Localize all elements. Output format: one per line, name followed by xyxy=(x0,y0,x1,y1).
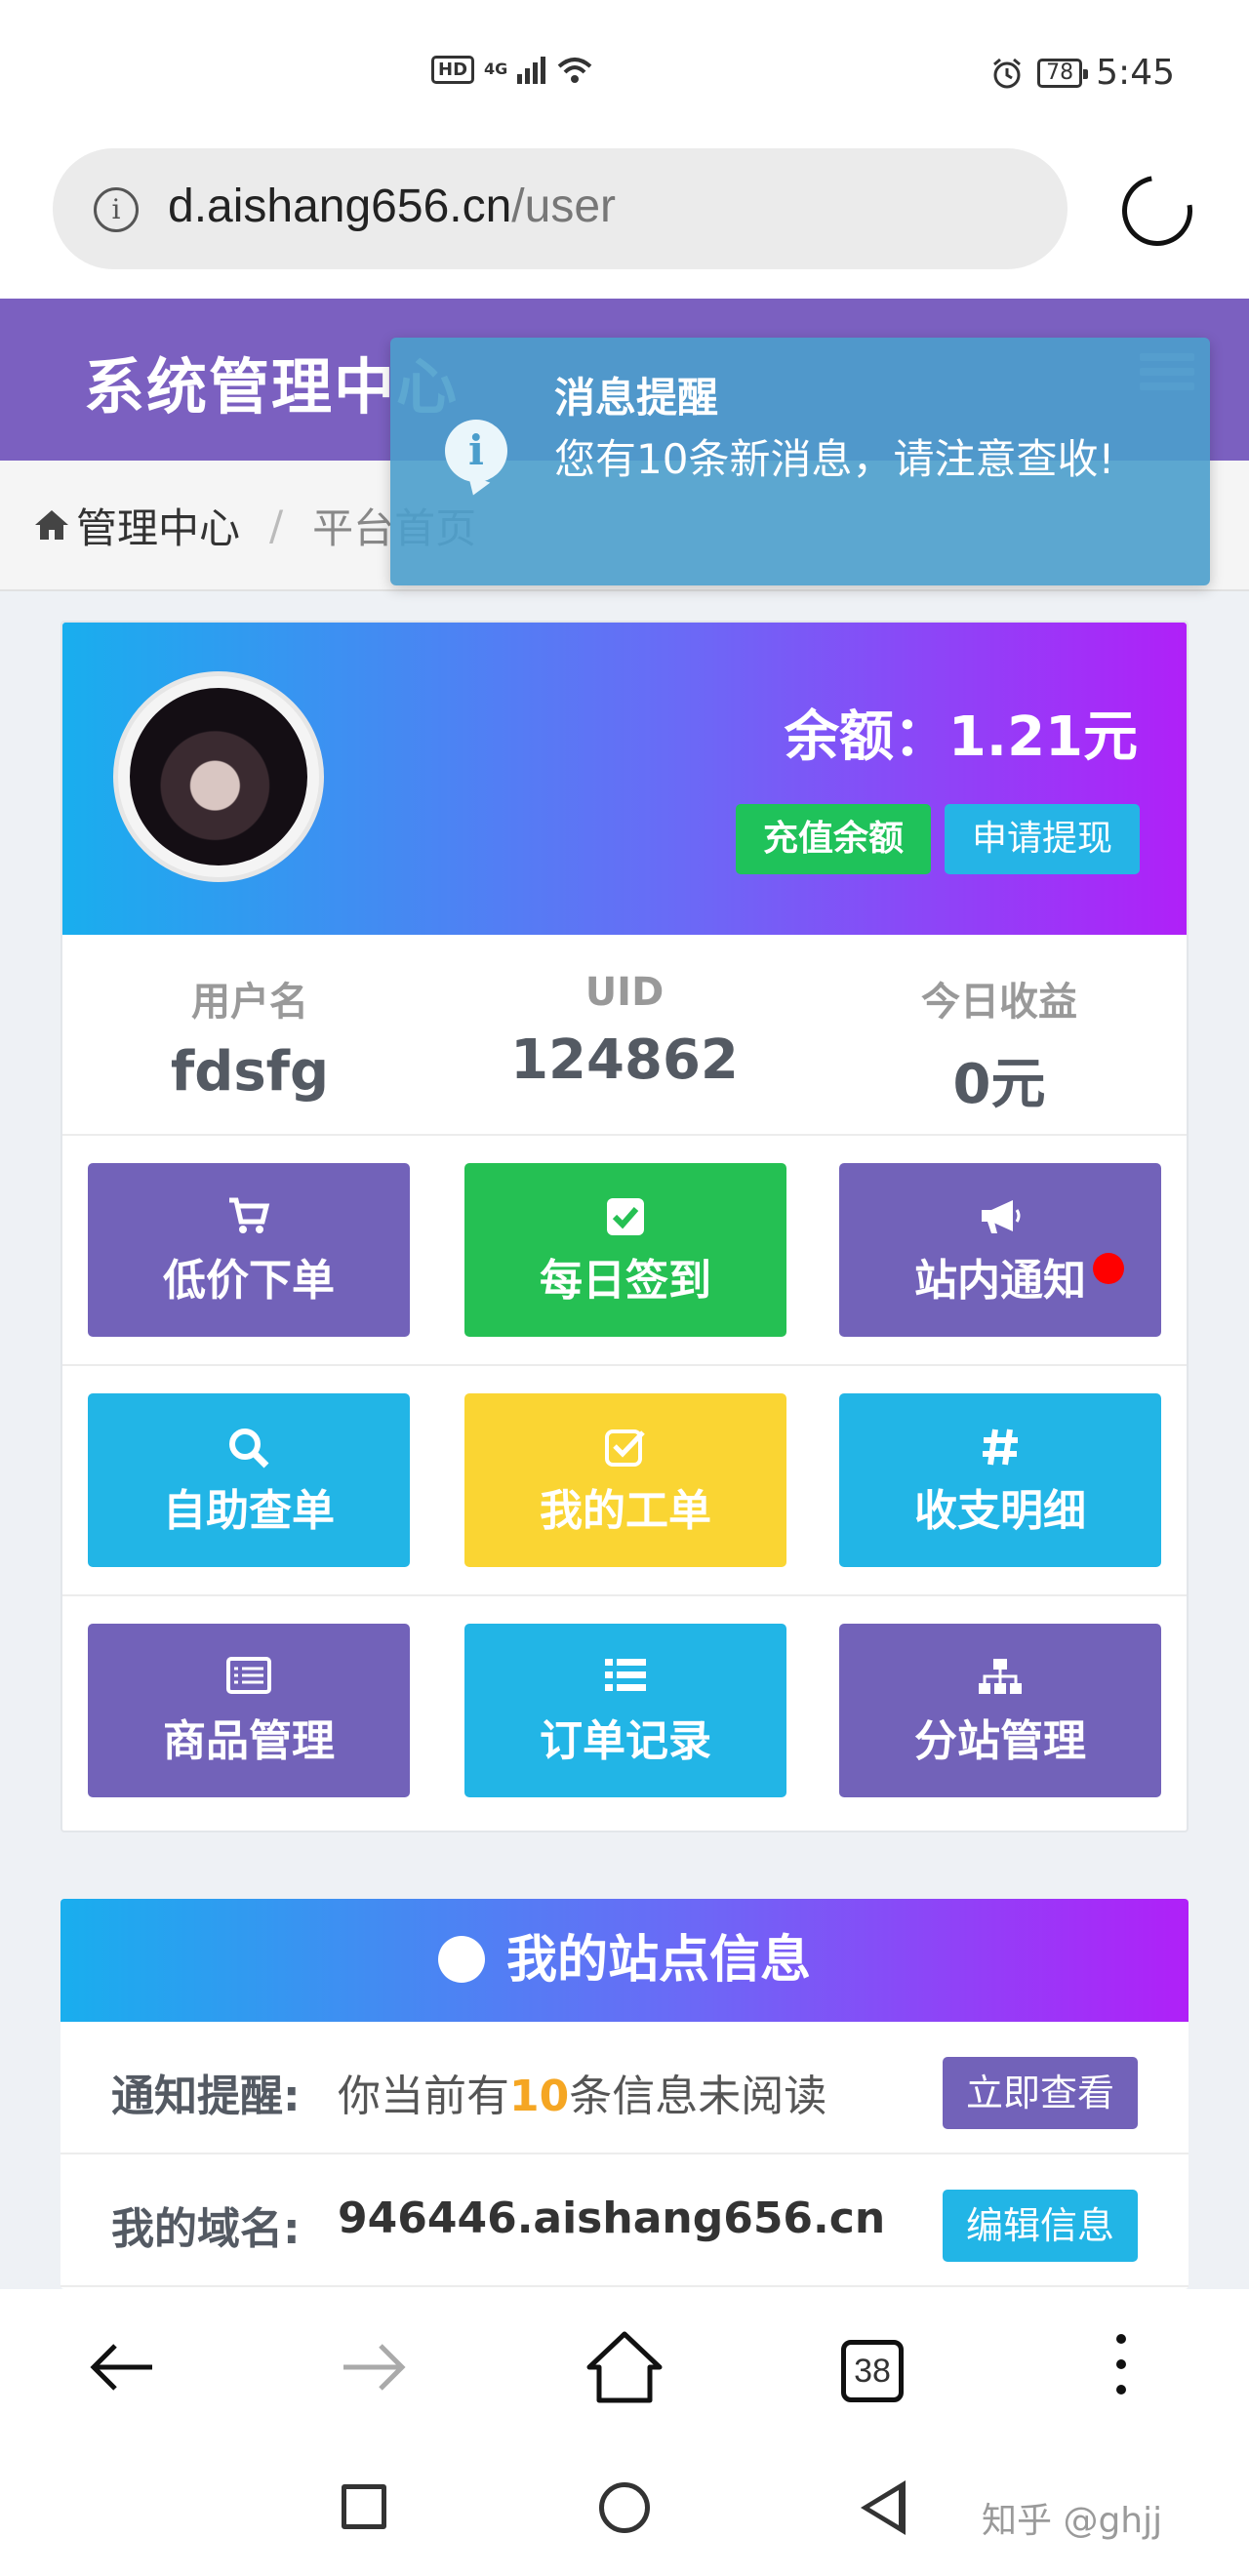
reload-icon[interactable] xyxy=(1108,161,1207,261)
stat-username: 用户名 fdsfg xyxy=(62,935,437,1134)
tile-income-expense[interactable]: 收支明细 xyxy=(839,1393,1161,1567)
status-right: 78 5:45 xyxy=(990,53,1175,93)
home-icon[interactable] xyxy=(585,2328,664,2406)
tile-label: 收支明细 xyxy=(914,1486,1086,1536)
cart-icon xyxy=(88,1196,410,1239)
recharge-button[interactable]: 充值余额 xyxy=(736,804,931,874)
globe-icon xyxy=(437,1936,485,1983)
stat-label: 今日收益 xyxy=(921,980,1077,1025)
browser-toolbar: i d.aishang656.cn/user xyxy=(0,144,1249,299)
site-info-card: 我的站点信息 通知提醒: 你当前有10条信息未阅读 立即查看 我的域名: 946… xyxy=(60,1899,1189,2289)
domain-value: 946446.aishang656.cn xyxy=(338,2194,886,2243)
tab-count-button[interactable]: 38 xyxy=(841,2340,904,2402)
list-icon xyxy=(464,1657,786,1700)
tile-row-2: 自助查单 我的工单 收支明细 xyxy=(62,1366,1187,1596)
view-now-button[interactable]: 立即查看 xyxy=(943,2057,1138,2129)
url-path: /user xyxy=(511,181,617,232)
tile-cheap-order[interactable]: 低价下单 xyxy=(88,1163,410,1337)
stat-uid: UID 124862 xyxy=(437,935,812,1134)
breadcrumb-separator: / xyxy=(269,501,284,549)
forward-arrow-icon[interactable] xyxy=(334,2328,412,2406)
tile-label: 我的工单 xyxy=(540,1486,711,1536)
home-icon xyxy=(35,510,68,540)
tile-label: 自助查单 xyxy=(163,1486,335,1536)
stat-value: 124862 xyxy=(510,1028,739,1092)
user-stats: 用户名 fdsfg UID 124862 今日收益 0元 xyxy=(62,935,1187,1136)
notice-text: 你当前有10条信息未阅读 xyxy=(338,2061,826,2123)
url-text[interactable]: d.aishang656.cn/user xyxy=(168,180,616,233)
tile-self-query[interactable]: 自助查单 xyxy=(88,1393,410,1567)
notice-prefix: 你当前有 xyxy=(338,2072,509,2121)
profile-banner: 余额：1.21元 充值余额 申请提现 xyxy=(62,623,1187,935)
sitemap-icon xyxy=(839,1657,1161,1700)
system-nav-bar: 知乎 @ghjj xyxy=(0,2437,1249,2576)
tile-site-notice[interactable]: 站内通知 xyxy=(839,1163,1161,1337)
list-alt-icon xyxy=(88,1657,410,1700)
url-host: d.aishang656.cn xyxy=(168,181,512,232)
withdraw-button[interactable]: 申请提现 xyxy=(945,804,1140,874)
domain-label: 我的域名: xyxy=(111,2204,301,2254)
avatar xyxy=(113,671,324,882)
status-left: HD 4G xyxy=(431,55,594,84)
info-icon[interactable]: i xyxy=(94,187,139,232)
tile-daily-checkin[interactable]: 每日签到 xyxy=(464,1163,786,1337)
more-vertical-icon[interactable] xyxy=(1116,2334,1128,2410)
tile-order-records[interactable]: 订单记录 xyxy=(464,1624,786,1797)
tile-label: 订单记录 xyxy=(540,1716,711,1766)
toast-message: 您有10条新消息，请注意查收! xyxy=(554,435,1115,483)
notice-suffix: 条信息未阅读 xyxy=(569,2072,827,2121)
stat-value: 0元 xyxy=(952,1053,1046,1116)
clock: 5:45 xyxy=(1096,53,1175,93)
profile-card: 余额：1.21元 充值余额 申请提现 用户名 fdsfg UID 124862 … xyxy=(60,621,1189,1832)
browser-nav-bar: 38 xyxy=(0,2289,1249,2437)
notice-count: 10 xyxy=(509,2072,570,2121)
hash-icon xyxy=(839,1427,1161,1469)
megaphone-icon xyxy=(839,1196,1161,1239)
notice-row: 通知提醒: 你当前有10条信息未阅读 立即查看 xyxy=(60,2022,1189,2154)
site-info-title: 我的站点信息 xyxy=(505,1931,811,1990)
home-circle-icon[interactable] xyxy=(599,2482,650,2533)
tile-row-1: 低价下单 每日签到 站内通知 xyxy=(62,1136,1187,1366)
stat-value: fdsfg xyxy=(170,1040,330,1104)
wifi-icon xyxy=(557,58,592,83)
back-triangle-icon[interactable] xyxy=(861,2480,906,2535)
watermark: 知乎 @ghjj xyxy=(982,2501,1163,2541)
tile-my-tickets[interactable]: 我的工单 xyxy=(464,1393,786,1567)
signal-icon xyxy=(517,55,546,84)
balance: 余额：1.21元 xyxy=(784,705,1138,769)
check-square-o-icon xyxy=(464,1427,786,1469)
stat-label: 用户名 xyxy=(191,980,308,1025)
stat-label: UID xyxy=(584,970,665,1015)
toast-title: 消息提醒 xyxy=(554,374,719,422)
status-bar: HD 4G 78 5:45 xyxy=(0,0,1249,144)
alarm-icon xyxy=(993,58,1022,88)
edit-info-button[interactable]: 编辑信息 xyxy=(943,2190,1138,2262)
site-info-header: 我的站点信息 xyxy=(60,1899,1189,2022)
search-icon xyxy=(88,1427,410,1469)
network-label: 4G xyxy=(484,60,508,78)
info-bubble-icon: i xyxy=(445,420,507,482)
tile-label: 低价下单 xyxy=(163,1256,335,1306)
recents-icon[interactable] xyxy=(342,2484,386,2529)
notification-toast[interactable]: i 消息提醒 您有10条新消息，请注意查收! xyxy=(390,338,1210,585)
tile-label: 每日签到 xyxy=(540,1256,711,1306)
breadcrumb-home[interactable]: 管理中心 xyxy=(76,496,240,555)
notice-label: 通知提醒: xyxy=(111,2072,301,2121)
domain-row: 我的域名: 946446.aishang656.cn 编辑信息 xyxy=(60,2154,1189,2287)
check-square-icon xyxy=(464,1196,786,1239)
tile-product-management[interactable]: 商品管理 xyxy=(88,1624,410,1797)
tile-label: 分站管理 xyxy=(914,1716,1086,1766)
hd-badge: HD xyxy=(431,55,475,84)
stat-today-earnings: 今日收益 0元 xyxy=(812,935,1187,1134)
battery-icon: 78 xyxy=(1037,58,1089,88)
unread-dot xyxy=(1093,1253,1124,1284)
back-arrow-icon[interactable] xyxy=(84,2328,162,2406)
tile-row-3: 商品管理 订单记录 分站管理 xyxy=(62,1596,1187,1827)
tile-substation-management[interactable]: 分站管理 xyxy=(839,1624,1161,1797)
tile-label: 商品管理 xyxy=(163,1716,335,1766)
address-bar[interactable]: i d.aishang656.cn/user xyxy=(53,148,1068,269)
